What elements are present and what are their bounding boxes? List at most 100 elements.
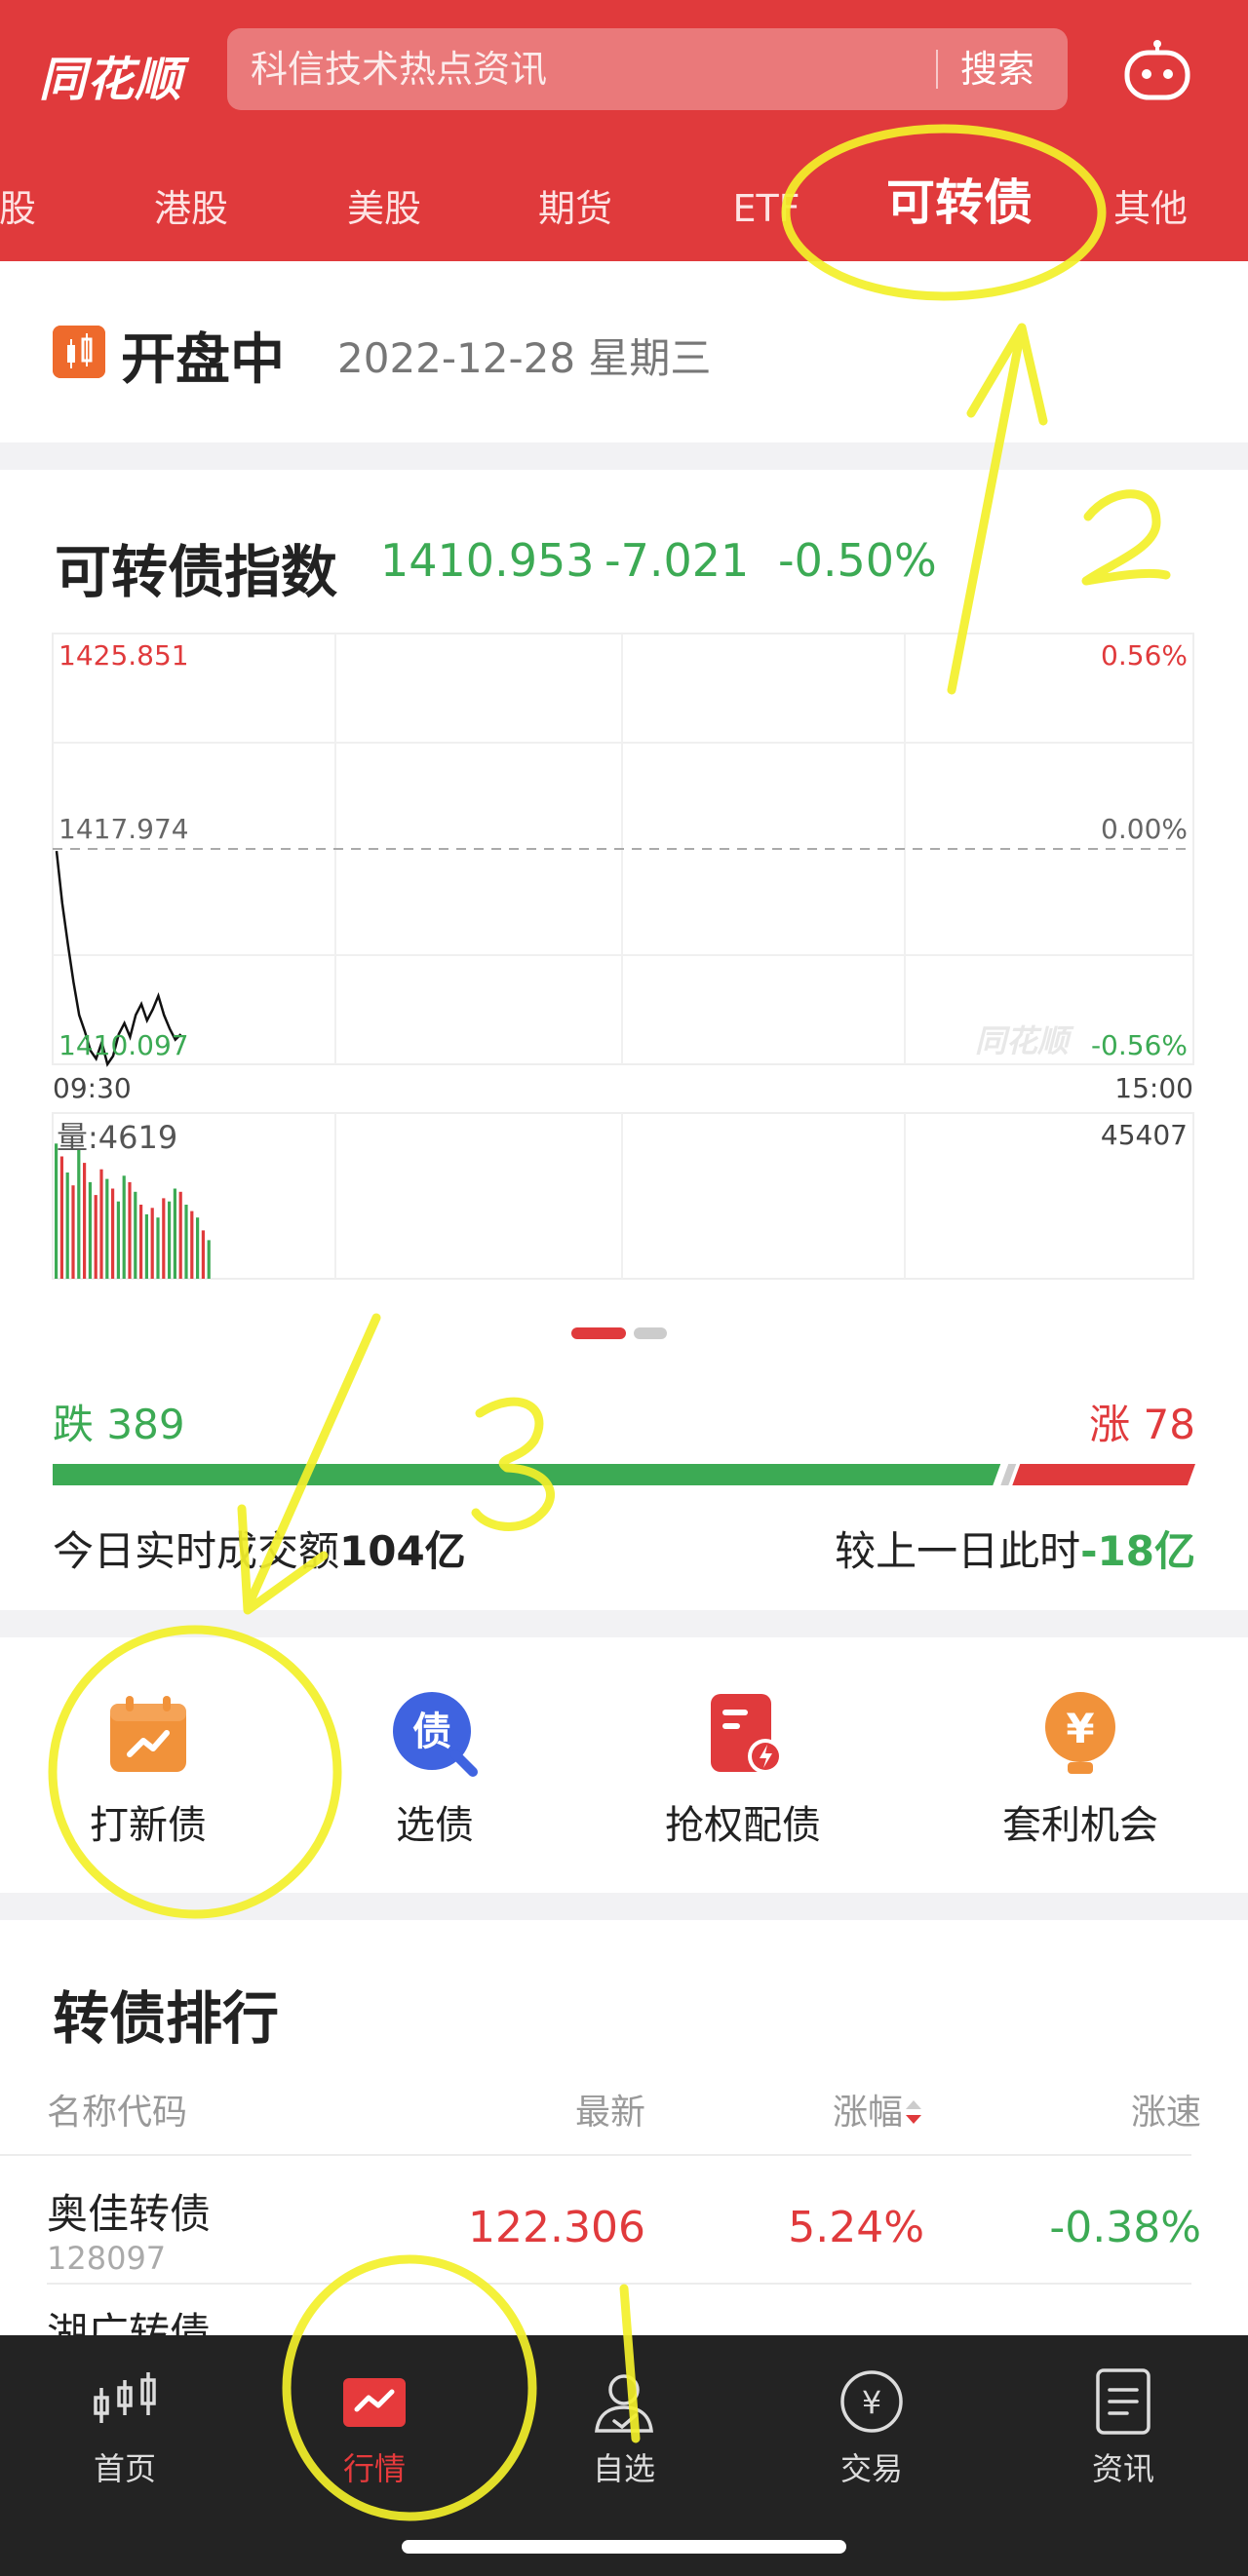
menu-bond-selection[interactable]: 债 选债: [328, 1637, 542, 1893]
volume-bar: [184, 1205, 188, 1279]
volume-bar: [162, 1198, 166, 1279]
bond-quick-menu: 打新债 债 选债 抢权配债 ¥ 套利机会: [0, 1637, 1248, 1893]
nav-news-label: 资讯: [1091, 2450, 1155, 2487]
robot-assistant-icon[interactable]: [1123, 39, 1191, 101]
intraday-chart[interactable]: 同花顺 1425.851 1417.974 1410.097 0.56% 0.0…: [0, 470, 1248, 1308]
bond-code: 128097: [47, 2240, 167, 2277]
market-date: 2022-12-28 星期三: [337, 334, 712, 382]
tab-hk[interactable]: 港股: [154, 156, 228, 261]
column-latest[interactable]: 最新: [575, 2084, 645, 2134]
x-tick-end: 15:00: [1114, 1072, 1193, 1104]
chart-page-indicator[interactable]: [571, 1324, 679, 1343]
menu-bond-selection-label: 选债: [396, 1803, 474, 1848]
advancers-segment: [1012, 1464, 1195, 1485]
search-input[interactable]: [251, 28, 933, 110]
nav-market[interactable]: 行情: [277, 2335, 472, 2511]
turnover-label: 今日实时成交额: [53, 1527, 340, 1575]
volume-bar: [88, 1181, 92, 1279]
volume-bar: [150, 1208, 154, 1279]
nav-trade-label: 交易: [839, 2450, 904, 2487]
svg-text:债: 债: [412, 1710, 451, 1754]
volume-bar: [122, 1175, 126, 1279]
column-name-code: 名称代码: [47, 2093, 188, 2133]
volume-bar: [94, 1195, 98, 1279]
volume-bar: [134, 1191, 137, 1279]
volume-bar: [105, 1178, 109, 1279]
volume-bar: [71, 1185, 75, 1279]
pct-tick-mid: 0.00%: [1101, 813, 1188, 845]
svg-text:¥: ¥: [862, 2384, 881, 2421]
volume-bar: [65, 1173, 69, 1279]
bond-latest: 122.306: [468, 2203, 645, 2252]
news-doc-icon: [1096, 2368, 1150, 2435]
compare-label: 较上一日此时: [835, 1527, 1081, 1575]
app-header: 同花顺 搜索 股 港股 美股 期货 ETF 可转债 其他: [0, 0, 1248, 261]
bond-change: 5.24%: [788, 2203, 924, 2252]
pct-tick-bottom: -0.56%: [1091, 1029, 1188, 1061]
menu-new-bond-label: 打新债: [90, 1803, 207, 1848]
volume-bars: [55, 1143, 211, 1279]
pct-tick-top: 0.56%: [1101, 639, 1188, 672]
advancers-count: 涨 78: [1089, 1392, 1195, 1451]
volume-bar: [59, 1156, 63, 1279]
yuan-circle-icon: ¥: [840, 2370, 903, 2433]
menu-arbitrage-opportunities[interactable]: ¥ 套利机会: [954, 1637, 1207, 1893]
search-bar[interactable]: 搜索: [227, 28, 1068, 110]
market-chart-icon: [343, 2378, 406, 2427]
nav-home[interactable]: 首页: [27, 2335, 222, 2511]
convertible-index-card: 可转债指数 1410.953 -7.021 -0.50% 同花顺 1425.85…: [0, 470, 1248, 1610]
volume-bar: [207, 1240, 211, 1279]
volume-bar: [173, 1188, 176, 1279]
decliners-count: 跌 389: [53, 1392, 185, 1451]
column-change-sort[interactable]: 涨幅: [833, 2084, 924, 2134]
row-divider: [47, 2283, 1191, 2285]
tab-us[interactable]: 美股: [347, 156, 421, 261]
turnover-today: 今日实时成交额104亿: [53, 1519, 466, 1578]
bond-name: 奥佳转债: [47, 2190, 212, 2238]
market-status-row: 开盘中 2022-12-28 星期三: [0, 261, 1248, 442]
compare-value: -18亿: [1080, 1527, 1195, 1575]
nav-trade[interactable]: ¥ 交易: [774, 2335, 969, 2511]
volume-bar: [77, 1149, 81, 1279]
volume-bar: [201, 1230, 205, 1279]
tab-stock[interactable]: 股: [0, 156, 36, 261]
chart-watermark: 同花顺: [975, 1022, 1074, 1059]
menu-new-bond-subscription[interactable]: 打新债: [41, 1637, 255, 1893]
tab-etf[interactable]: ETF: [732, 156, 800, 261]
y-tick-top: 1425.851: [58, 639, 189, 672]
volume-bar: [139, 1205, 143, 1279]
svg-text:¥: ¥: [1066, 1705, 1094, 1752]
decliners-label: 跌: [53, 1401, 95, 1448]
decliners-value: 389: [106, 1401, 185, 1448]
calendar-chart-icon: [110, 1696, 186, 1772]
tab-futures[interactable]: 期货: [538, 156, 612, 261]
menu-arbitrage-label: 套利机会: [1002, 1803, 1158, 1848]
app-logo[interactable]: 同花顺: [39, 41, 182, 109]
sort-arrow-icon: [906, 2100, 921, 2124]
column-change: 涨幅: [832, 2093, 903, 2133]
search-divider: [936, 50, 938, 89]
document-lightning-icon: [711, 1694, 783, 1774]
tab-convertible-bond[interactable]: 可转债: [886, 150, 1033, 255]
volume-max-label: 45407: [1101, 1119, 1188, 1151]
search-button[interactable]: 搜索: [960, 28, 1034, 110]
volume-bar: [99, 1169, 103, 1279]
market-open-status: 开盘中: [121, 328, 285, 392]
column-speed[interactable]: 涨速: [1131, 2084, 1201, 2134]
volume-bar: [144, 1213, 148, 1279]
user-check-icon: [595, 2374, 653, 2433]
row-divider: [0, 2154, 1191, 2156]
nav-watchlist[interactable]: 自选: [526, 2335, 722, 2511]
y-tick-mid: 1417.974: [58, 813, 189, 845]
volume-bar: [156, 1217, 160, 1279]
volume-bar: [111, 1188, 115, 1279]
nav-news[interactable]: 资讯: [1026, 2335, 1221, 2511]
bond-speed: -0.38%: [1049, 2203, 1201, 2252]
market-tabs: 股 港股 美股 期货 ETF 可转债 其他: [0, 156, 1248, 261]
tab-other[interactable]: 其他: [1113, 156, 1188, 261]
menu-rights-allocation[interactable]: 抢权配债: [616, 1637, 870, 1893]
advance-decline-bar: [53, 1464, 1195, 1485]
home-indicator[interactable]: [402, 2540, 846, 2554]
volume-bar: [55, 1143, 58, 1279]
volume-bar: [196, 1217, 200, 1279]
